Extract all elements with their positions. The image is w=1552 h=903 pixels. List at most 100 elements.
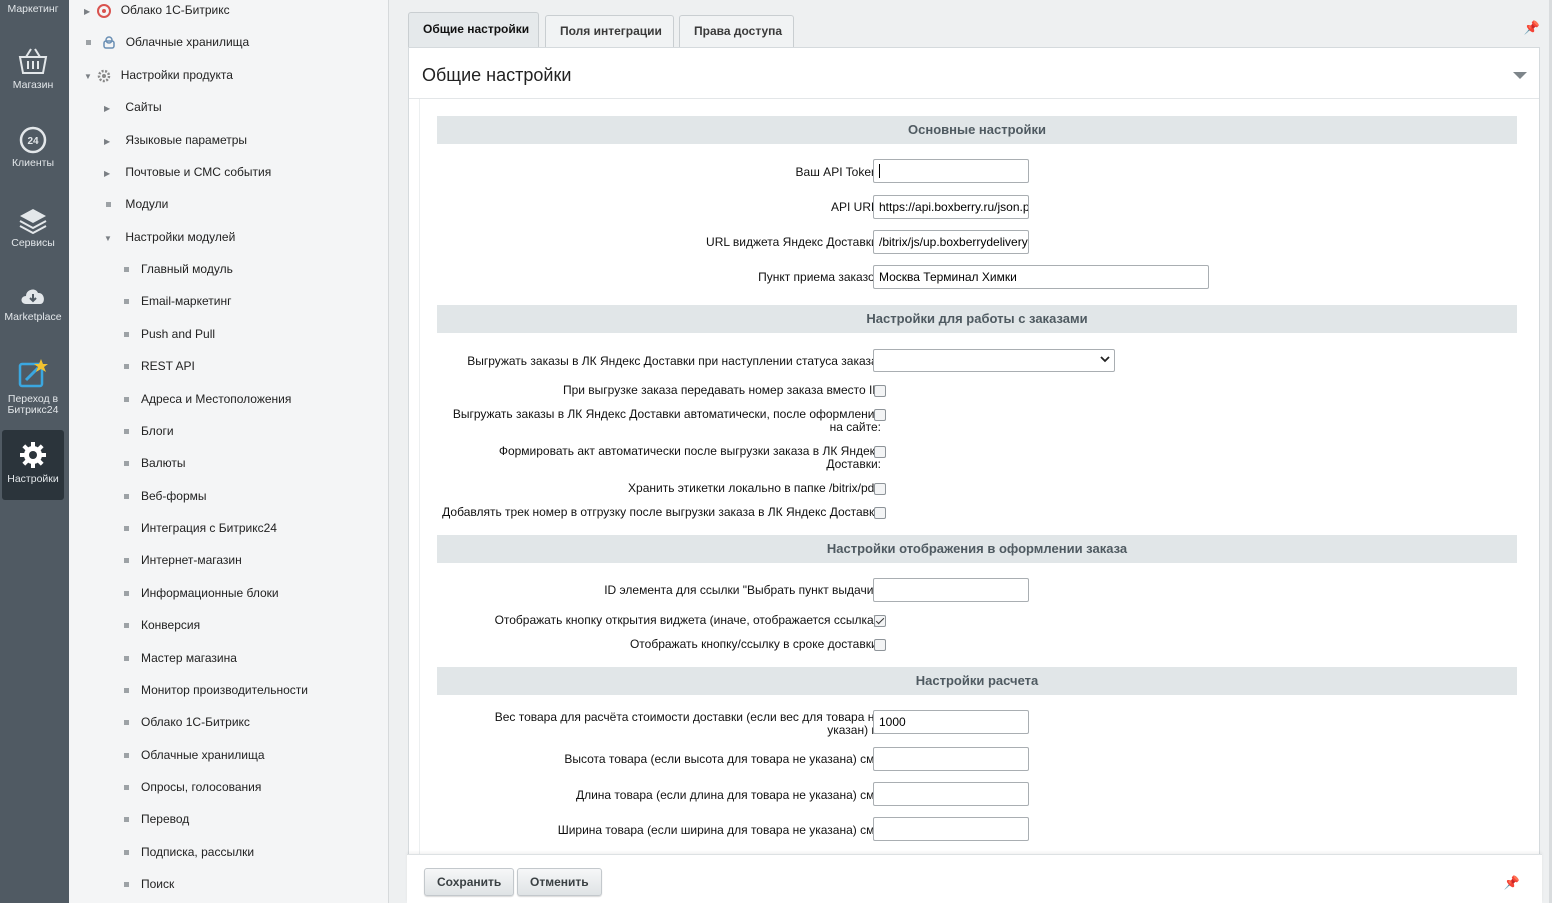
pin-icon[interactable]: 📌 [1504, 875, 1520, 891]
bullet-icon [124, 461, 129, 467]
tree-item-modules[interactable]: Модули [106, 194, 168, 214]
tree-item-sites[interactable]: ▶ Сайты [104, 97, 162, 117]
menu-label-clients: Клиенты [11, 157, 55, 169]
export-status-select[interactable] [873, 349, 1115, 372]
bullet-icon [124, 591, 129, 597]
save-button[interactable]: Сохранить [424, 868, 515, 896]
menu-item-marketplace[interactable]: Marketplace [0, 284, 66, 323]
delivery-time-button-checkbox[interactable] [874, 639, 886, 651]
tree-label: Email-маркетинг [141, 294, 232, 308]
tree-label: Главный модуль [141, 262, 233, 276]
bullet-icon [124, 850, 129, 856]
svg-text:24: 24 [27, 136, 39, 147]
menu-item-shop[interactable]: Магазин [0, 46, 66, 91]
tree-item-blogs[interactable]: Блоги [124, 421, 174, 441]
api-url-input[interactable]: https://api.boxberry.ru/json.p [873, 195, 1029, 219]
menu-label-marketplace: Marketplace [4, 311, 62, 323]
tree-label: Валюты [141, 456, 186, 470]
tree-item-email-marketing[interactable]: Email-маркетинг [124, 291, 231, 311]
tree-item-translate[interactable]: Перевод [124, 809, 189, 829]
tree-item-rest-api[interactable]: REST API [124, 356, 195, 376]
height-input[interactable] [873, 747, 1029, 771]
tree-item-language[interactable]: ▶ Языковые параметры [104, 130, 247, 150]
expand-arrow-icon[interactable]: ▶ [104, 99, 114, 119]
store-labels-checkbox[interactable] [874, 483, 886, 495]
section-header-basic: Основные настройки [437, 116, 1517, 144]
tree-label: Подписка, рассылки [141, 845, 255, 859]
bullet-icon [124, 299, 129, 305]
tree-label: Почтовые и СМС события [125, 165, 272, 179]
bullet-icon [124, 332, 129, 338]
tree-item-product-settings[interactable]: ▼ Настройки продукта [84, 65, 233, 85]
main-content: Общие настройки Поля интеграции Права до… [389, 0, 1552, 903]
weight-input[interactable]: 1000 [873, 710, 1029, 734]
collapse-arrow-icon[interactable]: ▼ [104, 229, 114, 249]
settings-tree: ▶ Облако 1С-Битрикс Облачные хранилища ▼… [69, 0, 389, 903]
auto-export-checkbox[interactable] [874, 409, 886, 421]
menu-item-marketing[interactable]: Маркетинг [0, 4, 66, 15]
element-id-input[interactable] [873, 578, 1029, 602]
menu-label-marketing: Маркетинг [7, 3, 59, 15]
tree-item-currencies[interactable]: Валюты [124, 453, 186, 473]
tree-item-shop-wizard[interactable]: Мастер магазина [124, 648, 237, 668]
bullet-icon [124, 267, 129, 273]
pin-icon[interactable]: 📌 [1524, 20, 1540, 36]
tree-item-mail-sms[interactable]: ▶ Почтовые и СМС события [104, 162, 271, 182]
tree-item-iblocks[interactable]: Информационные блоки [124, 583, 279, 603]
tree-item-subscribe[interactable]: Подписка, рассылки [124, 842, 254, 862]
tab-integration-fields[interactable]: Поля интеграции [545, 15, 674, 47]
menu-item-clients[interactable]: 24 Клиенты [0, 126, 66, 169]
tree-item-b24-integration[interactable]: Интеграция с Битрикс24 [124, 518, 277, 538]
auto-export-label: Выгружать заказы в ЛК Яндекс Доставки ав… [452, 407, 881, 434]
bullet-icon [124, 817, 129, 823]
length-input[interactable] [873, 782, 1029, 806]
section-header-orders: Настройки для работы с заказами [437, 305, 1517, 333]
tree-item-perfmon[interactable]: Монитор производительности [124, 680, 308, 700]
cancel-button[interactable]: Отменить [517, 868, 602, 896]
bullet-icon [124, 429, 129, 435]
collapse-triangle-icon[interactable] [1513, 72, 1527, 79]
menu-item-settings[interactable]: Настройки [2, 430, 64, 500]
widget-url-input[interactable]: /bitrix/js/up.boxberrydelivery [873, 230, 1029, 254]
tree-label: Веб-формы [141, 489, 207, 503]
add-track-checkbox[interactable] [874, 507, 886, 519]
delivery-time-button-label: Отображать кнопку/ссылку в сроке доставк… [629, 637, 881, 651]
auto-act-checkbox[interactable] [874, 446, 886, 458]
tree-item-main-module[interactable]: Главный модуль [124, 259, 233, 279]
collapse-arrow-icon[interactable]: ▼ [84, 67, 94, 87]
tree-item-cloud-storage-2[interactable]: Облачные хранилища [124, 745, 265, 765]
tree-item-push-pull[interactable]: Push and Pull [124, 324, 215, 344]
bullet-icon [124, 656, 129, 662]
tab-general-settings[interactable]: Общие настройки [408, 12, 539, 48]
api-token-input[interactable] [873, 159, 1029, 183]
menu-item-services[interactable]: Сервисы [0, 206, 66, 249]
cloud-download-icon [21, 289, 44, 304]
tree-item-conversion[interactable]: Конверсия [124, 615, 200, 635]
expand-arrow-icon[interactable]: ▶ [104, 164, 114, 184]
width-input[interactable] [873, 817, 1029, 841]
tree-label: Мастер магазина [141, 651, 237, 665]
tree-item-cloud-storage[interactable]: Облачные хранилища [86, 32, 249, 52]
bullet-icon [124, 494, 129, 500]
layers-icon [19, 209, 47, 234]
expand-arrow-icon[interactable]: ▶ [104, 132, 114, 152]
pickup-point-input[interactable]: Москва Терминал Химки [873, 265, 1209, 289]
menu-item-bitrix24[interactable]: Переход в Битрикс24 [0, 358, 66, 416]
tree-item-bitrix-cloud-2[interactable]: Облако 1С-Битрикс [124, 712, 250, 732]
menu-label-settings: Настройки [7, 473, 59, 485]
tree-item-addresses[interactable]: Адреса и Местоположения [124, 389, 291, 409]
tree-item-votes[interactable]: Опросы, голосования [124, 777, 261, 797]
tree-item-eshop[interactable]: Интернет-магазин [124, 550, 242, 570]
pass-order-number-checkbox[interactable] [874, 385, 886, 397]
tree-label: Облако 1С-Битрикс [141, 715, 250, 729]
widget-button-label: Отображать кнопку открытия виджета (инач… [494, 613, 881, 627]
gear-icon [20, 442, 46, 468]
tree-item-bitrix-cloud[interactable]: ▶ Облако 1С-Битрикс [84, 0, 230, 20]
tab-access-rights[interactable]: Права доступа [679, 15, 794, 47]
tree-item-search[interactable]: Поиск [124, 874, 174, 894]
bullet-icon [124, 720, 129, 726]
tree-item-web-forms[interactable]: Веб-формы [124, 486, 207, 506]
expand-arrow-icon[interactable]: ▶ [84, 2, 94, 22]
widget-button-checkbox[interactable] [874, 615, 886, 627]
tree-item-module-settings[interactable]: ▼ Настройки модулей [104, 227, 235, 247]
